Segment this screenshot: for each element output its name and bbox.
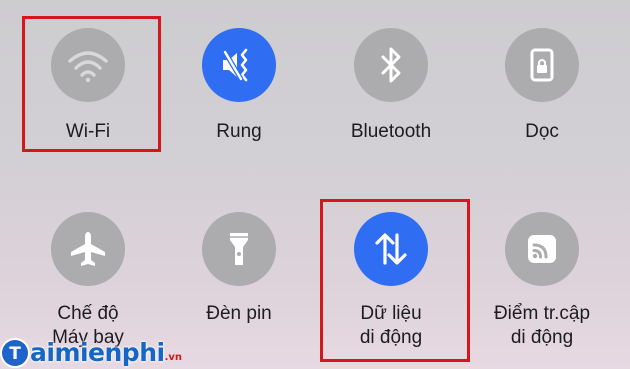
tile-label-flashlight: Đèn pin [206,303,272,324]
watermark-logo-letter: T [9,344,21,364]
flashlight-toggle[interactable] [202,212,276,286]
tile-label-hotspot-1: Điểm tr.cập [493,303,591,324]
rotation-lock-toggle[interactable] [505,28,579,102]
tile-flashlight[interactable]: Đèn pin [164,212,314,352]
flashlight-icon [230,233,248,265]
bluetooth-icon [381,47,401,83]
airplane-icon [71,232,105,266]
hotspot-toggle[interactable] [505,212,579,286]
tile-label-hotspot-2: di động [510,327,574,348]
tile-label-vibrate: Rung [216,121,262,142]
highlight-box-mobile-data [320,199,470,362]
vibrate-icon [222,48,248,82]
tile-label-airplane-1: Chế độ [57,303,119,324]
watermark-logo: T [2,339,28,366]
watermark-logo-icon: T [9,344,21,364]
watermark-suffix: .vn [164,352,183,363]
hotspot-icon [528,235,556,263]
tile-bluetooth[interactable]: Bluetooth [316,28,466,148]
vibrate-toggle[interactable] [202,28,276,102]
watermark-text: aimienphi [30,338,165,367]
rotation-lock-icon [530,48,554,82]
watermark: T aimienphi .vn [2,338,182,367]
tile-airplane[interactable]: Chế độ Máy bay [13,212,163,352]
bluetooth-toggle[interactable] [354,28,428,102]
tile-label-rotation: Dọc [525,121,559,142]
tile-rotation[interactable]: Dọc [467,28,617,148]
tile-label-bluetooth: Bluetooth [350,121,432,142]
highlight-box-wifi [22,16,161,152]
tile-vibrate[interactable]: Rung [164,28,314,148]
tile-hotspot[interactable]: Điểm tr.cập di động [467,212,617,352]
airplane-toggle[interactable] [51,212,125,286]
